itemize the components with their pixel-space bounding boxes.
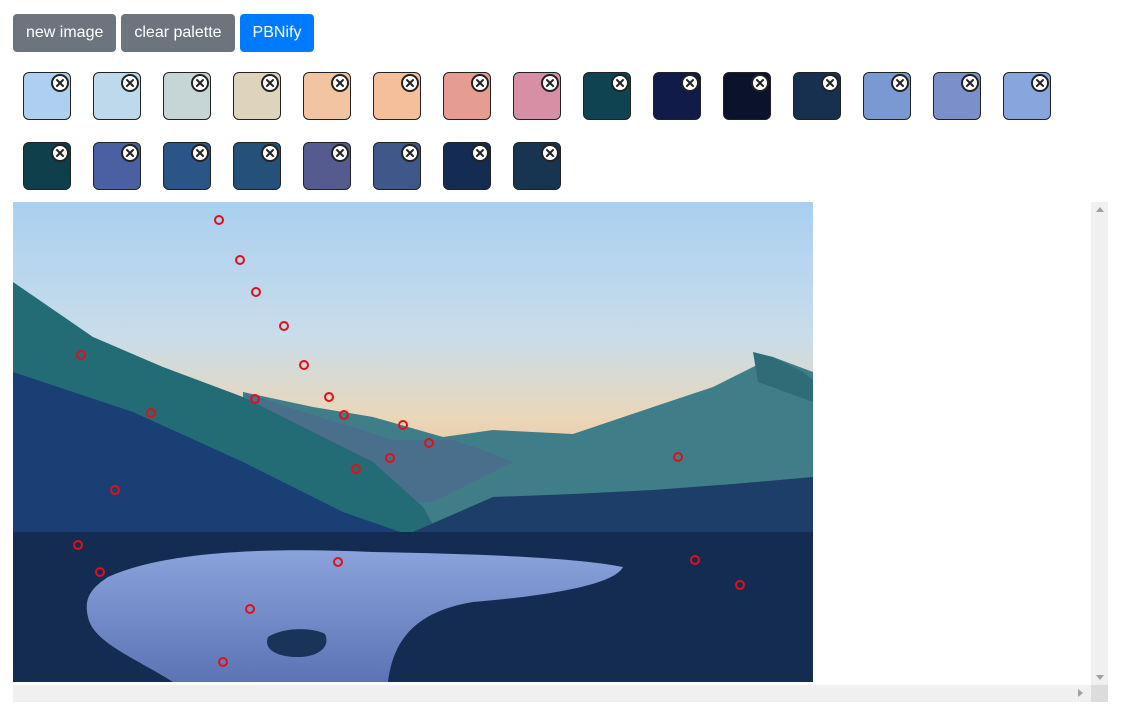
close-circle-icon[interactable] <box>541 74 559 92</box>
palette-swatch[interactable] <box>233 142 281 190</box>
close-circle-icon[interactable] <box>751 74 769 92</box>
palette-swatch[interactable] <box>163 142 211 190</box>
close-circle-icon[interactable] <box>821 74 839 92</box>
close-circle-icon[interactable] <box>471 74 489 92</box>
palette-swatch[interactable] <box>793 72 841 120</box>
close-circle-icon[interactable] <box>261 144 279 162</box>
palette-swatch[interactable] <box>723 72 771 120</box>
island <box>267 629 327 657</box>
palette-swatch[interactable] <box>163 72 211 120</box>
palette-swatch[interactable] <box>23 72 71 120</box>
close-circle-icon[interactable] <box>51 74 69 92</box>
palette-swatch[interactable] <box>443 72 491 120</box>
palette-swatch[interactable] <box>23 142 71 190</box>
palette-swatch[interactable] <box>863 72 911 120</box>
scroll-right-arrow-icon[interactable] <box>1078 689 1083 697</box>
palette-swatch[interactable] <box>513 72 561 120</box>
landscape-painting[interactable] <box>13 202 813 682</box>
palette-swatch[interactable] <box>653 72 701 120</box>
toolbar: new image clear palette PBNify <box>13 14 315 52</box>
new-image-button[interactable]: new image <box>13 14 117 52</box>
image-canvas[interactable] <box>13 202 813 682</box>
close-circle-icon[interactable] <box>331 74 349 92</box>
close-circle-icon[interactable] <box>51 144 69 162</box>
close-circle-icon[interactable] <box>611 74 629 92</box>
image-viewport <box>13 202 1108 702</box>
scrollbar-corner <box>1091 685 1108 702</box>
close-circle-icon[interactable] <box>1031 74 1049 92</box>
scroll-down-arrow-icon[interactable] <box>1096 675 1104 680</box>
palette-swatch[interactable] <box>373 142 421 190</box>
palette-swatch[interactable] <box>303 72 351 120</box>
palette-swatch[interactable] <box>513 142 561 190</box>
palette-swatch[interactable] <box>373 72 421 120</box>
close-circle-icon[interactable] <box>471 144 489 162</box>
close-circle-icon[interactable] <box>401 144 419 162</box>
close-circle-icon[interactable] <box>961 74 979 92</box>
horizontal-scrollbar[interactable] <box>13 685 1091 702</box>
close-circle-icon[interactable] <box>401 74 419 92</box>
palette-swatch[interactable] <box>93 72 141 120</box>
close-circle-icon[interactable] <box>121 74 139 92</box>
close-circle-icon[interactable] <box>121 144 139 162</box>
palette-swatch[interactable] <box>233 72 281 120</box>
clear-palette-button[interactable]: clear palette <box>121 14 235 52</box>
pbnify-button[interactable]: PBNify <box>239 14 315 52</box>
scroll-up-arrow-icon[interactable] <box>1096 207 1104 212</box>
palette-swatch[interactable] <box>443 142 491 190</box>
palette-swatch[interactable] <box>583 72 631 120</box>
close-circle-icon[interactable] <box>331 144 349 162</box>
close-circle-icon[interactable] <box>191 144 209 162</box>
palette-swatch[interactable] <box>93 142 141 190</box>
palette-swatch[interactable] <box>303 142 351 190</box>
vertical-scrollbar[interactable] <box>1091 202 1108 685</box>
close-circle-icon[interactable] <box>681 74 699 92</box>
close-circle-icon[interactable] <box>541 144 559 162</box>
close-circle-icon[interactable] <box>191 74 209 92</box>
close-circle-icon[interactable] <box>261 74 279 92</box>
palette-swatch[interactable] <box>1003 72 1051 120</box>
palette-swatch[interactable] <box>933 72 981 120</box>
close-circle-icon[interactable] <box>891 74 909 92</box>
